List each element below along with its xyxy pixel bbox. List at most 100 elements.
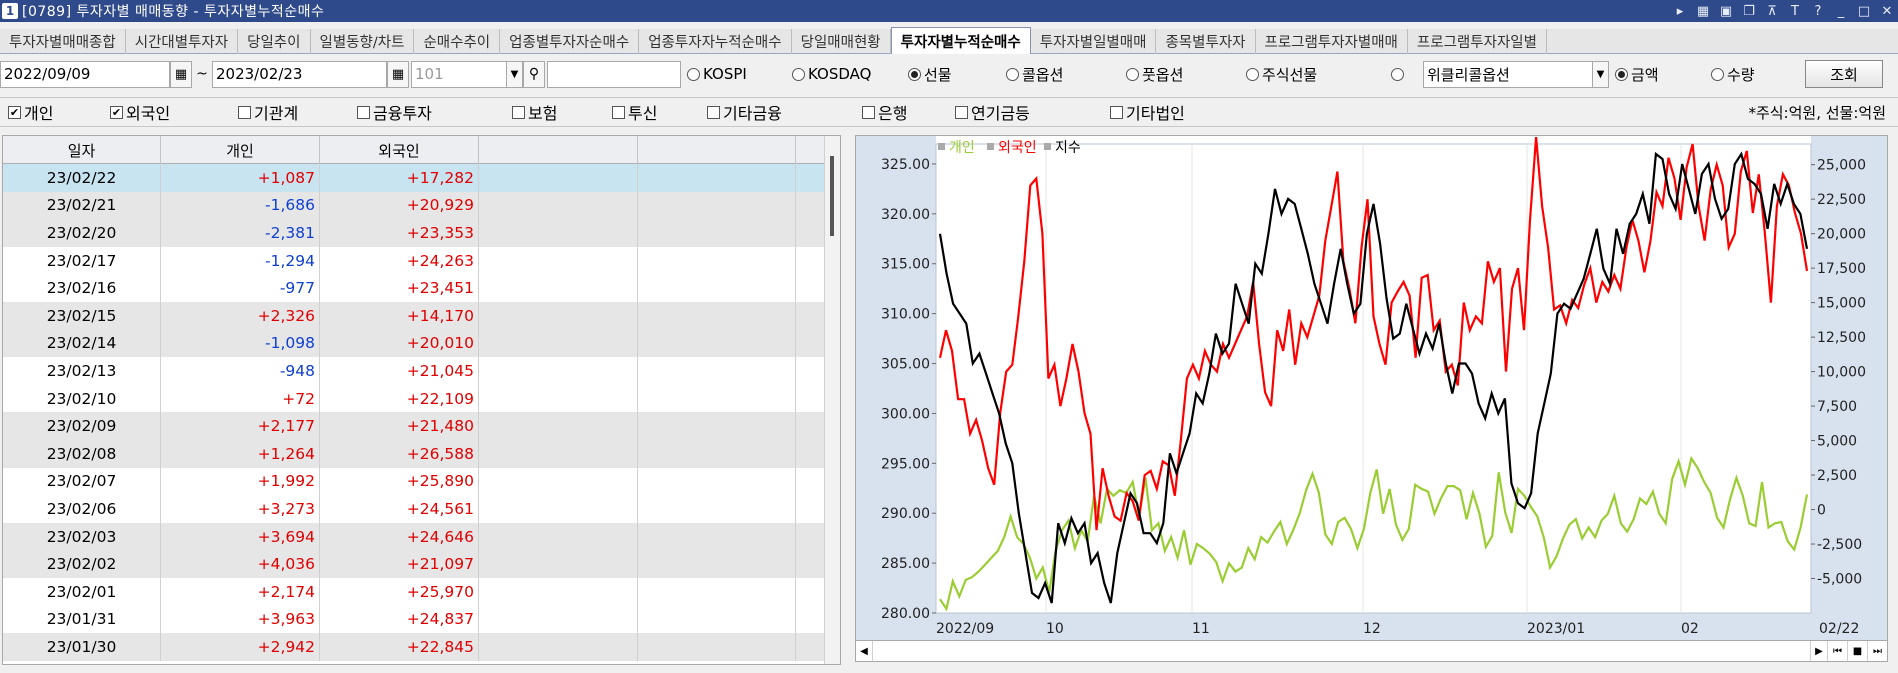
table-row[interactable]: 23/02/17 -1,294 +24,263	[3, 246, 840, 275]
checkbox-investor-3[interactable]: 금융투자	[357, 100, 432, 124]
table-row[interactable]: 23/02/20 -2,381 +23,353	[3, 219, 840, 247]
table-row[interactable]: 23/02/13 -948 +21,045	[3, 357, 840, 385]
cell-empty	[638, 274, 796, 302]
tab-5[interactable]: 업종별투자자순매수	[500, 29, 640, 54]
radio-put-option[interactable]: 풋옵션	[1126, 64, 1246, 85]
tab-10[interactable]: 종목별투자자	[1156, 29, 1256, 54]
checkbox-box	[357, 105, 370, 119]
help-icon[interactable]: ?	[1811, 4, 1825, 19]
checkbox-investor-6[interactable]: 기타금융	[707, 100, 782, 124]
query-button[interactable]: 조회	[1805, 60, 1883, 88]
code-input[interactable]: 101	[411, 60, 507, 88]
table-row[interactable]: 23/02/21 -1,686 +20,929	[3, 191, 840, 220]
tab-4[interactable]: 순매수추이	[414, 29, 501, 54]
tab-6[interactable]: 업종투자자누적순매수	[639, 29, 792, 54]
table-row[interactable]: 23/02/02 +4,036 +21,097	[3, 550, 840, 578]
scroll-left-icon[interactable]: ◀	[856, 641, 872, 661]
layout-icon[interactable]: ▣	[1719, 4, 1733, 19]
tab-1[interactable]: 시간대별투자자	[126, 29, 239, 54]
window-controls: ▸ ▦ ▣ ❐ ⊼ T ? _ □ ✕	[1673, 0, 1894, 22]
chevron-down-icon[interactable]: ▼	[507, 60, 523, 88]
tab-8[interactable]: 투자자별누적순매수	[890, 27, 1031, 54]
chart-horizontal-scrollbar[interactable]: ◀ ▶ ⏮ ■ ⏭	[855, 640, 1888, 662]
scroll-track[interactable]	[872, 641, 1811, 661]
copy-window-icon[interactable]: ❐	[1742, 4, 1756, 19]
end-date-input[interactable]: 2023/02/23	[212, 60, 387, 88]
tab-2[interactable]: 당일추이	[238, 29, 311, 54]
checkbox-investor-4[interactable]: 보험	[512, 100, 557, 124]
table-row[interactable]: 23/01/31 +3,963 +24,837	[3, 605, 840, 634]
close-button[interactable]: ✕	[1880, 4, 1894, 19]
calendar-icon[interactable]: ▦	[387, 60, 409, 88]
tab-7[interactable]: 당일매매현황	[792, 29, 891, 54]
left-tick-label: 325.00	[881, 157, 930, 173]
grid-icon[interactable]: ▦	[1696, 4, 1710, 19]
radio-weekly[interactable]	[1391, 67, 1421, 81]
scroll-right-icon[interactable]: ▶	[1811, 641, 1827, 661]
radio-stock-futures[interactable]: 주식선물	[1246, 64, 1391, 85]
table-row[interactable]: 23/02/08 +1,264 +26,588	[3, 439, 840, 468]
tab-9[interactable]: 투자자별일별매매	[1031, 29, 1157, 54]
column-header-individual[interactable]: 개인	[161, 136, 320, 164]
checkbox-investor-5[interactable]: 투신	[612, 100, 657, 124]
cell-foreign: +21,480	[320, 412, 479, 440]
first-page-icon[interactable]: ⏮	[1827, 641, 1847, 661]
cell-empty	[479, 384, 638, 413]
tab-3[interactable]: 일별동향/차트	[311, 29, 415, 54]
search-icon[interactable]: ⚲	[523, 60, 545, 88]
pin-icon[interactable]: ▸	[1673, 4, 1687, 19]
font-size-icon[interactable]: T	[1788, 4, 1802, 19]
scrollbar-thumb[interactable]	[830, 156, 834, 236]
chevron-down-icon[interactable]: ▼	[1593, 60, 1609, 88]
table-row[interactable]: 23/02/10 +72 +22,109	[3, 384, 840, 413]
table-row[interactable]: 23/02/01 +2,174 +25,970	[3, 577, 840, 606]
table-row[interactable]: 23/02/07 +1,992 +25,890	[3, 467, 840, 496]
always-on-top-icon[interactable]: ⊼	[1765, 4, 1779, 19]
cell-empty	[796, 495, 820, 523]
table-row[interactable]: 23/02/16 -977 +23,451	[3, 274, 840, 302]
tab-12[interactable]: 프로그램투자자일별	[1408, 29, 1547, 54]
checkbox-investor-1[interactable]: ✔ 외국인	[110, 100, 170, 124]
radio-futures[interactable]: 선물	[908, 64, 1006, 85]
cell-foreign: +14,170	[320, 301, 479, 330]
minimize-button[interactable]: _	[1834, 4, 1848, 19]
tab-0[interactable]: 투자자별매매종합	[0, 29, 126, 54]
radio-call-option[interactable]: 콜옵션	[1006, 64, 1126, 85]
maximize-button[interactable]: □	[1857, 4, 1871, 19]
table-row[interactable]: 23/02/15 +2,326 +14,170	[3, 301, 840, 330]
table-row[interactable]: 23/02/14 -1,098 +20,010	[3, 329, 840, 358]
radio-quantity[interactable]: 수량	[1711, 64, 1801, 85]
checkbox-investor-2[interactable]: 기관계	[238, 100, 298, 124]
checkbox-investor-0[interactable]: ✔ 개인	[8, 100, 53, 124]
cell-individual: -2,381	[161, 219, 320, 247]
checkbox-investor-7[interactable]: 은행	[862, 100, 907, 124]
table-row[interactable]: 23/02/03 +3,694 +24,646	[3, 522, 840, 551]
cell-empty	[479, 301, 638, 330]
search-name-input[interactable]	[547, 60, 681, 88]
table-row[interactable]: 23/02/06 +3,273 +24,561	[3, 495, 840, 523]
table-row[interactable]: 23/02/09 +2,177 +21,480	[3, 412, 840, 440]
column-header-foreign[interactable]: 외국인	[320, 136, 479, 164]
cell-date: 23/02/15	[3, 301, 161, 330]
table-row[interactable]: 23/01/30 +2,942 +22,845	[3, 633, 840, 661]
last-page-icon[interactable]: ⏭	[1867, 641, 1887, 661]
cell-foreign: +23,353	[320, 219, 479, 247]
radio-amount[interactable]: 금액	[1615, 64, 1711, 85]
radio-kosdaq[interactable]: KOSDAQ	[792, 65, 908, 83]
radio-kospi[interactable]: KOSPI	[687, 65, 792, 83]
radio-dot	[1126, 67, 1139, 81]
checkbox-investor-8[interactable]: 연기금등	[955, 100, 1030, 124]
table-row[interactable]: 23/02/22 +1,087 +17,282	[3, 164, 840, 192]
calendar-icon[interactable]: ▦	[170, 60, 192, 88]
start-date-input[interactable]: 2022/09/09	[0, 60, 170, 88]
unit-note: *주식:억원, 선물:억원	[1748, 103, 1886, 122]
cell-empty	[796, 219, 820, 247]
app-icon: 1	[2, 3, 18, 19]
cell-empty	[796, 164, 820, 192]
table-vertical-scrollbar[interactable]	[824, 136, 840, 664]
stop-icon[interactable]: ■	[1847, 641, 1867, 661]
checkbox-investor-9[interactable]: 기타법인	[1110, 100, 1185, 124]
column-header-date[interactable]: 일자	[3, 136, 161, 164]
tab-11[interactable]: 프로그램투자자별매매	[1256, 29, 1408, 54]
weekly-option-select[interactable]: 위클리콜옵션	[1423, 60, 1593, 88]
